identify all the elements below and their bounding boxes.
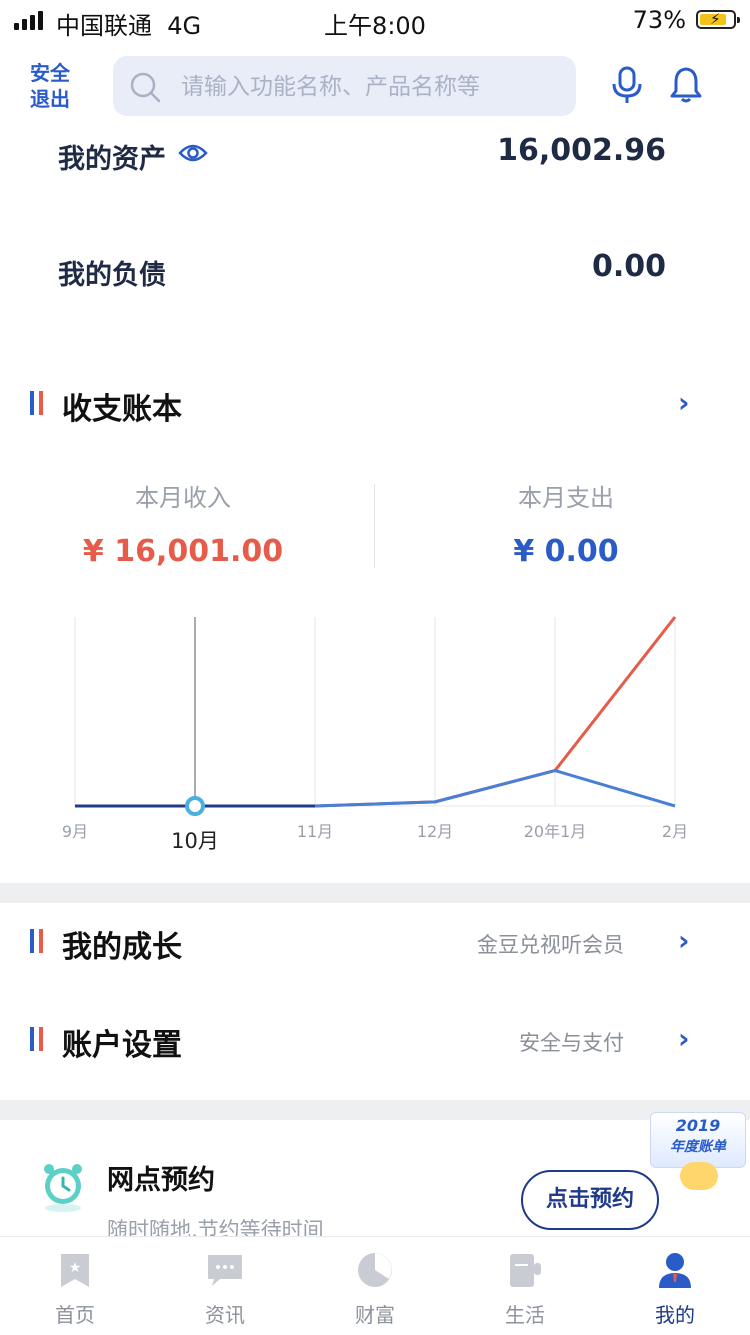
account-subtitle[interactable]: 安全与支付 [400, 1027, 624, 1057]
growth-subtitle[interactable]: 金豆兑视听会员 [400, 929, 624, 959]
chart-tick-label[interactable]: 12月 [417, 822, 453, 841]
annual-bill-badge[interactable]: 2019 年度账单 [650, 1112, 746, 1192]
appointment-title: 网点预约 [107, 1165, 215, 1196]
eye-icon[interactable] [178, 141, 208, 165]
assets-label: 我的资产 [58, 144, 166, 175]
tab-label: 资讯 [205, 1303, 245, 1327]
battery-icon: ⚡ [696, 10, 740, 29]
chart-series-line-1 [75, 769, 676, 808]
chart-tick-label[interactable]: 2月 [662, 822, 688, 841]
logout-button[interactable]: 安全退出 [30, 60, 78, 112]
section-divider [0, 1100, 750, 1120]
search-icon [130, 72, 161, 103]
section-flag-icon [30, 929, 43, 953]
account-title[interactable]: 账户设置 [62, 1020, 182, 1064]
liabilities-label: 我的负债 [58, 260, 166, 291]
income-value: ¥ 16,001.00 [82, 534, 284, 569]
piggy-icon [680, 1162, 718, 1190]
section-divider [0, 883, 750, 903]
divider [374, 484, 375, 568]
growth-title[interactable]: 我的成长 [62, 922, 182, 966]
tab-label: 首页 [55, 1303, 95, 1327]
assets-value: 16,002.96 [497, 133, 666, 168]
reserve-button[interactable]: 点击预约 [521, 1170, 659, 1230]
chart-tick-label[interactable]: 10月 [171, 829, 219, 853]
alarm-clock-icon [44, 1164, 82, 1212]
tab-label: 生活 [505, 1303, 545, 1327]
expense-label: 本月支出 [518, 484, 614, 512]
chevron-right-icon[interactable]: › [678, 386, 690, 419]
search-bar[interactable] [113, 56, 576, 118]
section-flag-icon [30, 391, 43, 415]
home-bookmark-icon: ★ [61, 1254, 89, 1287]
income-expense-chart[interactable]: 9月 10月 11月 12月 20年1月 2月 [0, 600, 750, 870]
microphone-icon[interactable] [610, 66, 644, 106]
chevron-right-icon[interactable]: › [678, 924, 690, 957]
status-bar: 中国联通 4G 上午8:00 73% ⚡ [0, 0, 750, 40]
tab-news[interactable]: 资讯 [150, 1237, 300, 1335]
chart-tick-label[interactable]: 9月 [62, 822, 88, 841]
cup-icon [510, 1254, 541, 1287]
chevron-right-icon[interactable]: › [678, 1022, 690, 1055]
chart-tick-label[interactable]: 20年1月 [524, 822, 587, 841]
liabilities-value: 0.00 [591, 249, 666, 284]
income-label: 本月收入 [135, 484, 231, 512]
tab-mine[interactable]: 我的 [600, 1237, 750, 1335]
chat-bubble-icon [208, 1255, 242, 1286]
person-icon [659, 1253, 691, 1288]
tab-label: 我的 [655, 1303, 695, 1327]
expense-value: ¥ 0.00 [513, 534, 619, 569]
svg-text:★: ★ [69, 1260, 82, 1276]
pie-chart-icon [358, 1253, 392, 1287]
tab-life[interactable]: 生活 [450, 1237, 600, 1335]
tab-bar: ★ 首页 资讯 财富 生活 我的 [0, 1236, 750, 1335]
tab-label: 财富 [355, 1303, 395, 1327]
bell-icon[interactable] [668, 66, 704, 104]
section-flag-icon [30, 1027, 43, 1051]
tab-home[interactable]: ★ 首页 [0, 1237, 150, 1335]
battery-percent: 73% [632, 6, 686, 34]
ledger-title[interactable]: 收支账本 [62, 384, 182, 428]
chart-tick-label[interactable]: 11月 [297, 822, 333, 841]
tab-wealth[interactable]: 财富 [300, 1237, 450, 1335]
badge-text: 年度账单 [670, 1139, 726, 1155]
chart-series-line-0 [75, 616, 677, 808]
chart-selected-point[interactable] [185, 796, 205, 816]
badge-year: 2019 [675, 1116, 721, 1135]
search-input[interactable] [179, 56, 563, 118]
